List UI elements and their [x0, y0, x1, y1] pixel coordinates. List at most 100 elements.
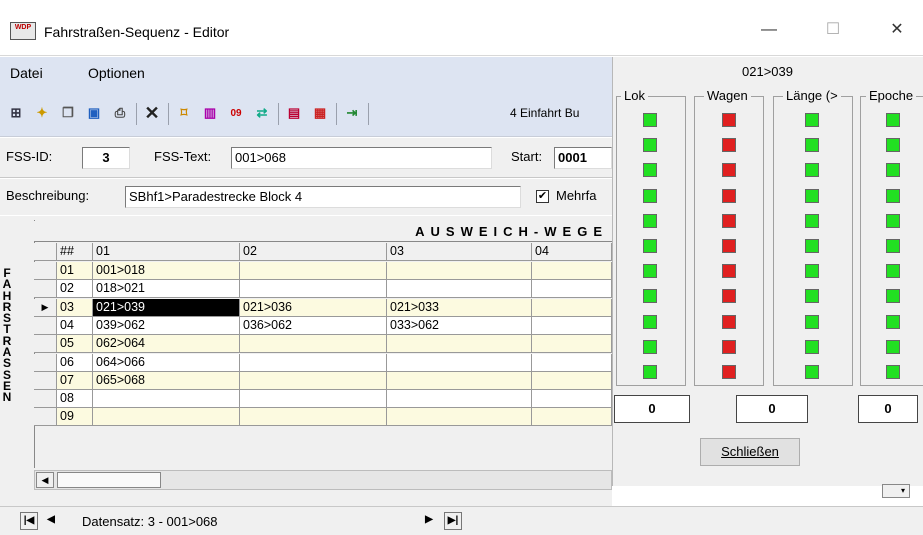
- delete-icon[interactable]: ✕: [142, 103, 162, 123]
- grid-cell[interactable]: [387, 262, 532, 280]
- lok-count: 0: [614, 395, 690, 423]
- current-row-indicator-icon[interactable]: ▶: [34, 298, 57, 317]
- grid-cell[interactable]: 021>036: [240, 298, 387, 317]
- open-file-icon[interactable]: ❐: [58, 103, 78, 123]
- grid-cell[interactable]: [387, 390, 532, 409]
- grid-cell[interactable]: 06: [57, 353, 93, 372]
- grid-cell[interactable]: 02: [57, 280, 93, 299]
- print-icon[interactable]: ⎙: [110, 103, 130, 123]
- column-header[interactable]: 03: [387, 243, 532, 261]
- column-header[interactable]: 04: [532, 243, 612, 261]
- row-selector[interactable]: [34, 353, 57, 372]
- grid-cell[interactable]: [532, 408, 612, 427]
- grid-cell[interactable]: [240, 335, 387, 354]
- grid-cell[interactable]: [532, 335, 612, 354]
- row-selector[interactable]: [34, 316, 57, 335]
- grid-cell[interactable]: 05: [57, 335, 93, 354]
- grid-cell[interactable]: [387, 280, 532, 299]
- grid-cell[interactable]: 021>033: [387, 298, 532, 317]
- grid-cell[interactable]: [532, 298, 612, 317]
- epoche-count: 0: [858, 395, 918, 423]
- grid-cell[interactable]: [532, 371, 612, 390]
- grid-cell[interactable]: 001>018: [93, 262, 240, 280]
- grid-cell[interactable]: 03: [57, 298, 93, 317]
- signal-icon[interactable]: ▤: [284, 103, 304, 123]
- start-field[interactable]: 0001: [554, 147, 612, 169]
- column-header[interactable]: ##: [57, 243, 93, 261]
- grid-cell[interactable]: [387, 408, 532, 427]
- grid-cell[interactable]: 08: [57, 390, 93, 409]
- column-header[interactable]: 02: [240, 243, 387, 261]
- row-selector[interactable]: [34, 335, 57, 354]
- grid-cell[interactable]: [532, 390, 612, 409]
- menu-datei[interactable]: Datei: [10, 65, 43, 81]
- prev-record-icon[interactable]: ◀: [42, 512, 60, 530]
- row-selector[interactable]: [34, 262, 57, 280]
- network-icon[interactable]: ⊞: [6, 103, 26, 123]
- next-record-icon[interactable]: ▶: [420, 512, 438, 530]
- grid-cell[interactable]: 033>062: [387, 316, 532, 335]
- status-light-green: [643, 289, 657, 304]
- grid-cell[interactable]: 021>039: [93, 298, 240, 317]
- grid-cell[interactable]: [387, 335, 532, 354]
- frame-icon[interactable]: ⌑: [174, 103, 194, 123]
- grid-cell[interactable]: [532, 280, 612, 299]
- exit-icon[interactable]: ⇥: [342, 103, 362, 123]
- grid-cell[interactable]: [240, 262, 387, 280]
- first-record-icon[interactable]: |◀: [20, 512, 38, 530]
- maximize-button[interactable]: ☐: [810, 14, 856, 46]
- grid-cell[interactable]: 062>064: [93, 335, 240, 354]
- close-button[interactable]: Schließen: [700, 438, 800, 466]
- grid-cell[interactable]: [240, 371, 387, 390]
- row-selector[interactable]: [34, 390, 57, 409]
- grid-icon[interactable]: ▥: [200, 103, 220, 123]
- menu-optionen[interactable]: Optionen: [88, 65, 145, 81]
- grid-cell[interactable]: [240, 408, 387, 427]
- description-row: Beschreibung: SBhf1>Paradestrecke Block …: [0, 179, 612, 215]
- grid-cell[interactable]: 036>062: [240, 316, 387, 335]
- scroll-left-arrow-icon[interactable]: ◀: [36, 472, 54, 488]
- grid-cell[interactable]: [93, 390, 240, 409]
- grid-cell[interactable]: [532, 262, 612, 280]
- status-light-green: [643, 239, 657, 253]
- status-light-green: [805, 138, 819, 153]
- fss-id-field[interactable]: 3: [82, 147, 130, 169]
- grid-cell[interactable]: 01: [57, 262, 93, 280]
- row-selector[interactable]: [34, 408, 57, 427]
- horizontal-scrollbar[interactable]: ◀: [34, 470, 612, 490]
- row-selector[interactable]: [34, 280, 57, 299]
- new-file-icon[interactable]: ✦: [32, 103, 52, 123]
- panel-scroll-icon[interactable]: ▾: [882, 484, 910, 498]
- row-selector[interactable]: [34, 371, 57, 390]
- close-window-button[interactable]: ✕: [874, 14, 920, 46]
- grid-cell[interactable]: 065>068: [93, 371, 240, 390]
- fss-text-field[interactable]: 001>068: [231, 147, 492, 169]
- grid-cell[interactable]: 039>062: [93, 316, 240, 335]
- grid-cell[interactable]: [240, 280, 387, 299]
- number-icon[interactable]: 09: [226, 103, 246, 123]
- grid-cell[interactable]: 07: [57, 371, 93, 390]
- grid-cell[interactable]: 018>021: [93, 280, 240, 299]
- minimize-button[interactable]: —: [746, 14, 792, 46]
- grid-cell[interactable]: [532, 316, 612, 335]
- grid-cell[interactable]: 09: [57, 408, 93, 427]
- grid-cell[interactable]: 064>066: [93, 353, 240, 372]
- save-icon[interactable]: ▣: [84, 103, 104, 123]
- grid-cell[interactable]: [240, 353, 387, 372]
- scrollbar-thumb[interactable]: [57, 472, 161, 488]
- grid-cell[interactable]: [387, 353, 532, 372]
- track-icon[interactable]: ▦: [310, 103, 330, 123]
- grid-cell[interactable]: [532, 353, 612, 372]
- grid-cell[interactable]: 04: [57, 316, 93, 335]
- swap-icon[interactable]: ⇄: [252, 103, 272, 123]
- status-light-green: [643, 314, 657, 329]
- grid-cell[interactable]: [387, 371, 532, 390]
- mehrfach-checkbox[interactable]: ✔: [536, 190, 549, 203]
- toolbar-separator: [136, 103, 137, 125]
- column-header[interactable]: 01: [93, 243, 240, 261]
- last-record-icon[interactable]: ▶|: [444, 512, 462, 530]
- grid-cell[interactable]: [240, 390, 387, 409]
- status-light-green: [805, 339, 819, 354]
- grid-cell[interactable]: [93, 408, 240, 427]
- beschreibung-field[interactable]: SBhf1>Paradestrecke Block 4: [125, 186, 521, 208]
